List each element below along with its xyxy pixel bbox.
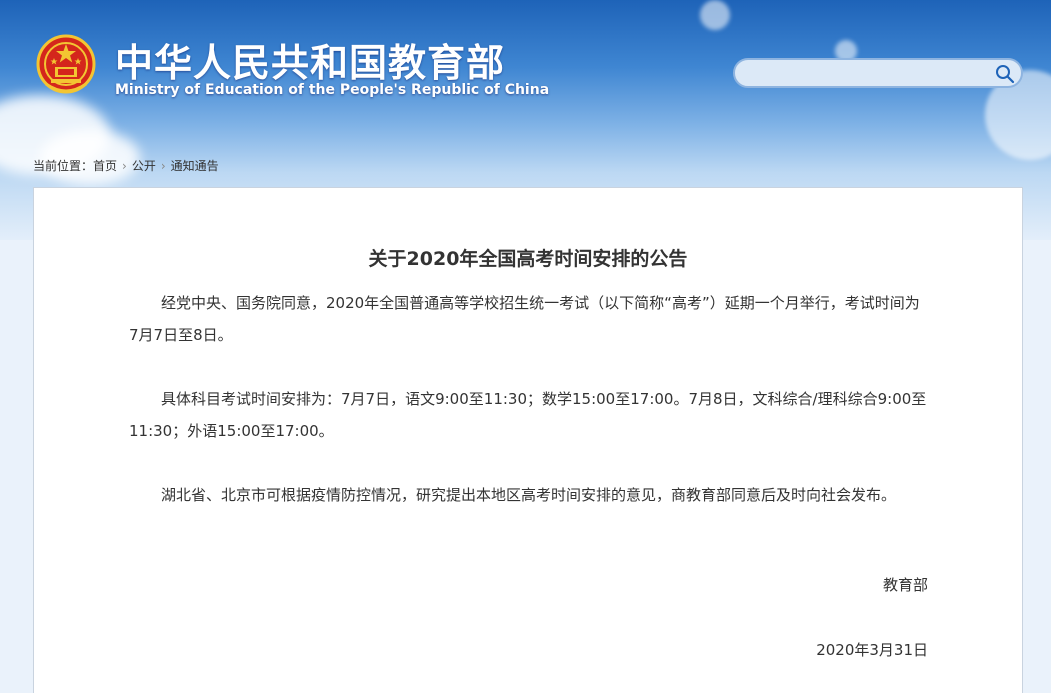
article-title: 关于2020年全国高考时间安排的公告 bbox=[368, 248, 688, 270]
national-emblem-icon[interactable] bbox=[36, 34, 96, 96]
search-input[interactable] bbox=[747, 64, 996, 86]
breadcrumb-notices[interactable]: 通知通告 bbox=[171, 157, 219, 174]
chevron-right-icon: › bbox=[160, 159, 166, 173]
breadcrumb-home[interactable]: 首页 bbox=[93, 157, 117, 174]
search-icon[interactable] bbox=[995, 64, 1015, 84]
article-date: 2020年3月31日 bbox=[816, 641, 928, 659]
dandelion-decoration bbox=[700, 0, 730, 30]
search-box[interactable] bbox=[733, 58, 1023, 88]
breadcrumb: 当前位置：首页 › 公开 › 通知通告 bbox=[33, 157, 219, 174]
breadcrumb-prefix: 当前位置： bbox=[33, 159, 94, 173]
breadcrumb-public[interactable]: 公开 bbox=[132, 157, 156, 174]
chevron-right-icon: › bbox=[122, 159, 127, 173]
site-subtitle: Ministry of Education of the People's Re… bbox=[115, 82, 550, 98]
article-paragraph: 经党中央、国务院同意，2020年全国普通高等学校招生统一考试（以下简称“高考”）… bbox=[129, 294, 920, 344]
page: 中华人民共和国教育部 Ministry of Education of the … bbox=[0, 0, 1051, 693]
article-paragraph: 湖北省、北京市可根据疫情防控情况，研究提出本地区高考时间安排的意见，商教育部同意… bbox=[161, 486, 897, 504]
site-title[interactable]: 中华人民共和国教育部 bbox=[115, 32, 505, 87]
article-paragraph: 具体科目考试时间安排为：7月7日，语文9:00至11:30；数学15:00至17… bbox=[129, 390, 927, 440]
content-panel: 关于2020年全国高考时间安排的公告 经党中央、国务院同意，2020年全国普通高… bbox=[33, 187, 1023, 693]
article-signer: 教育部 bbox=[882, 576, 928, 594]
